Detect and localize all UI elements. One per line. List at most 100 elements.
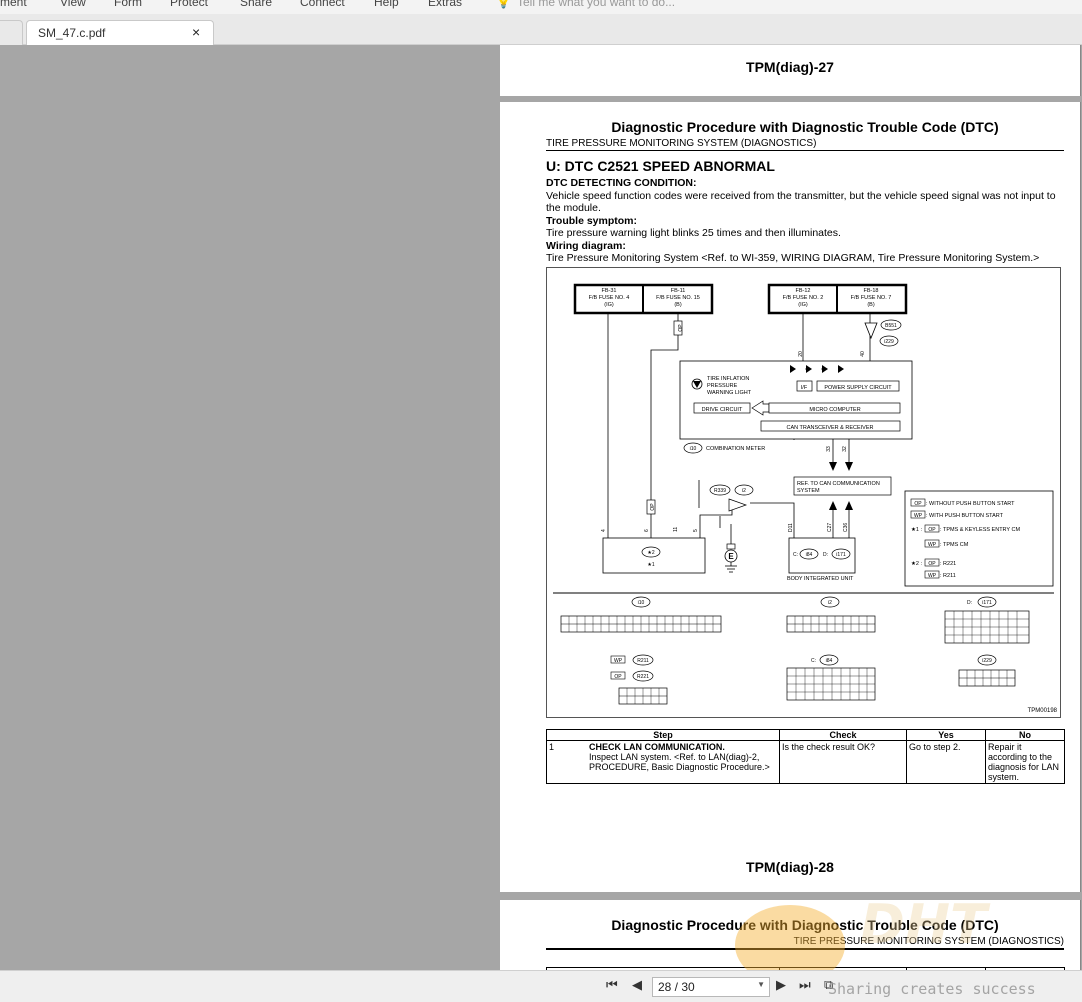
procedure-table: Step Check Yes No 1 CHECK LAN COMMUNICAT…	[546, 729, 1065, 784]
yes-cell: Go to step 2.	[906, 740, 986, 784]
menu-help[interactable]: Help	[374, 0, 399, 9]
connector-face-i229	[958, 669, 1016, 687]
menu-form[interactable]: Form	[114, 0, 142, 9]
dtc-title: U: DTC C2521 SPEED ABNORMAL	[546, 158, 775, 174]
wire-op-tag-2: OP	[650, 503, 656, 511]
connector-face-i10	[560, 615, 722, 633]
face-d-label: D:	[967, 600, 972, 606]
fuse-fb31-sub: F/B FUSE NO. 4	[589, 295, 630, 301]
pin-c36: C36	[843, 523, 849, 532]
tire-label-3: WARNING LIGHT	[707, 390, 752, 396]
menu-view[interactable]: View	[60, 0, 86, 9]
connector-face-i2	[786, 615, 876, 633]
pin-40: 40	[860, 351, 866, 357]
step-title: CHECK LAN COMMUNICATION.	[589, 742, 725, 752]
page-number-value: 28 / 30	[658, 980, 695, 994]
page-number-field[interactable]: 28 / 30 ▼	[652, 977, 770, 997]
menu-comment[interactable]: ment	[0, 0, 27, 9]
page-27: TPM(diag)-27	[500, 45, 1081, 96]
wiring-label: Wiring diagram:	[546, 239, 626, 252]
legend-op-text: : WITHOUT PUSH BUTTON START	[926, 501, 1015, 507]
fuse-fb18-sub: F/B FUSE NO. 7	[851, 295, 892, 301]
last-page-icon[interactable]: ⏭	[799, 978, 811, 992]
drive-circuit-label: DRIVE CIRCUIT	[702, 407, 743, 413]
fuse-fb12-label: FB-12	[796, 288, 811, 294]
face-i84: i84	[826, 658, 833, 664]
menu-protect[interactable]: Protect	[170, 0, 208, 9]
pin-5: 5	[693, 529, 699, 532]
table-row: 1 CHECK LAN COMMUNICATION. Inspect LAN s…	[546, 740, 1065, 784]
connector-face-i84	[786, 667, 876, 701]
wire-op-tag: OP	[678, 324, 684, 332]
symptom-text: Tire pressure warning light blinks 25 ti…	[546, 227, 841, 239]
col-no: No	[985, 729, 1065, 741]
symptom-label: Trouble symptom:	[546, 214, 638, 227]
close-icon[interactable]: ×	[192, 24, 200, 40]
connector-face-i171	[944, 610, 1030, 644]
fuse-fb18-b: (B)	[867, 302, 875, 308]
face-i171: i171	[982, 600, 992, 606]
first-page-icon[interactable]: ⏮	[606, 978, 618, 992]
watermark-text: Sharing creates success	[828, 980, 1036, 998]
col-step: Step	[546, 729, 780, 741]
detecting-label: DTC DETECTING CONDITION:	[546, 177, 697, 189]
face-i10: i10	[638, 600, 645, 606]
power-supply-label: POWER SUPPLY CIRCUIT	[824, 385, 892, 391]
face-i229: i229	[982, 658, 992, 664]
fuse-fb11-b: (B)	[674, 302, 682, 308]
tire-label-1: TIRE INFLATION	[707, 376, 749, 382]
fuse-fb18-label: FB-18	[864, 288, 879, 294]
next-page-icon[interactable]: ▶	[776, 978, 786, 992]
legend-star2-wp: WP	[928, 573, 937, 579]
tab-bar: SM_47.c.pdf ×	[0, 14, 1082, 45]
pin-6: 6	[644, 529, 650, 532]
face-i2: i2	[828, 600, 832, 606]
menu-connect[interactable]: Connect	[300, 0, 345, 9]
tab-previous[interactable]	[0, 20, 23, 45]
chevron-down-icon[interactable]: ▼	[757, 980, 765, 989]
fuse-fb12-ig: (IG)	[798, 302, 808, 308]
face-op-tag: OP	[614, 674, 622, 680]
ref-can-2: SYSTEM	[797, 488, 820, 494]
legend-star1: ★1 :	[911, 526, 923, 533]
document-viewer[interactable]: TPM(diag)-27 Diagnostic Procedure with D…	[499, 45, 1082, 970]
connector-i2: i2	[742, 488, 746, 494]
connector-i229: i229	[884, 339, 894, 345]
pin-4: 4	[601, 529, 607, 532]
step-number: 1	[549, 742, 555, 752]
legend-wp-text: : WITH PUSH BUTTON START	[926, 513, 1004, 519]
page-27-title: TPM(diag)-27	[746, 59, 834, 75]
page-28: Diagnostic Procedure with Diagnostic Tro…	[500, 102, 1081, 892]
body-integrated-unit-label: BODY INTEGRATED UNIT	[787, 576, 854, 582]
fuse-fb31-ig: (IG)	[604, 302, 614, 308]
legend-star1-op: OP	[928, 527, 936, 533]
can-transceiver-label: CAN TRANSCEIVER & RECEIVER	[786, 425, 873, 431]
tire-label-2: PRESSURE	[707, 383, 738, 389]
menu-extras[interactable]: Extras	[428, 0, 462, 9]
ref-can-1: REF. TO CAN COMMUNICATION	[797, 481, 880, 487]
ground-label: E	[728, 552, 734, 561]
wiring-diagram: FB-31 F/B FUSE NO. 4 (IG) FB-11 F/B FUSE…	[546, 267, 1061, 718]
previous-page-icon[interactable]: ◀	[632, 978, 642, 992]
menu-share[interactable]: Share	[240, 0, 272, 9]
table-header-row: Step Check Yes No	[546, 729, 1065, 741]
pin-d11: D11	[788, 523, 794, 532]
if-label: I/F	[801, 385, 808, 391]
face-r211: R211	[637, 658, 649, 664]
legend-star1-wp: WP	[928, 542, 937, 548]
combination-meter-label: COMBINATION METER	[706, 446, 765, 452]
face-r221: R221	[637, 674, 649, 680]
step-cell: 1 CHECK LAN COMMUNICATION. Inspect LAN s…	[546, 740, 780, 784]
document-tab[interactable]: SM_47.c.pdf ×	[26, 20, 214, 45]
pin-32: 32	[842, 446, 848, 452]
page-heading: Diagnostic Procedure with Diagnostic Tro…	[611, 119, 999, 135]
no-cell: Repair it according to the diagnosis for…	[985, 740, 1065, 784]
tell-me-search[interactable]: Tell me what you want to do...	[517, 0, 675, 9]
legend-star1-b: : TPMS CM	[940, 542, 969, 548]
menu-bar: ment View Form Protect Share Connect Hel…	[0, 0, 1082, 14]
fuse-fb12-sub: F/B FUSE NO. 2	[783, 295, 824, 301]
legend-wp-tag: WP	[914, 513, 923, 519]
pin-20: 20	[798, 351, 804, 357]
fuse-fb11-label: FB-11	[671, 288, 686, 294]
pin-33: 33	[826, 446, 832, 452]
